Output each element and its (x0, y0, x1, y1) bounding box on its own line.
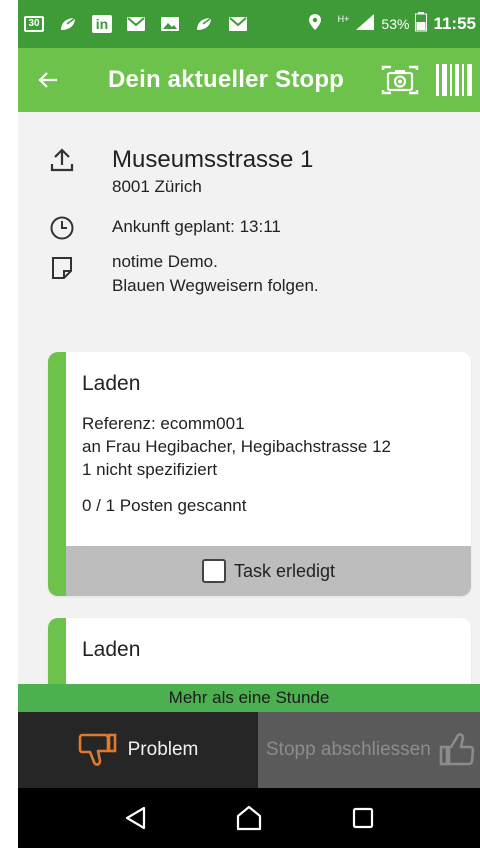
system-icons: H+ 53% 11:55 (308, 11, 480, 37)
task-done-label: Task erledigt (233, 560, 336, 581)
task-quantity: 1 nicht spezifiziert (82, 460, 218, 479)
linkedin-icon: in (92, 15, 112, 33)
nav-home-button[interactable] (229, 798, 269, 838)
nav-back-button[interactable] (115, 798, 155, 838)
home-icon (236, 805, 262, 831)
camera-icon (381, 65, 419, 95)
barcode-icon (436, 64, 472, 96)
task-scan-count: 0 / 1 Posten gescannt (82, 496, 247, 515)
status-bar: 30 in H+ 53% 11:55 (18, 0, 480, 48)
stop-city: 8001 Zürich (112, 177, 202, 196)
stop-street: Museumsstrasse 1 (112, 146, 314, 173)
address-row: Museumsstrasse 1 8001 Zürich (48, 146, 313, 200)
triangle-back-icon (125, 806, 146, 830)
note-line-2: Blauen Wegweisern folgen. (112, 276, 319, 295)
note-line-1: notime Demo. (112, 252, 218, 271)
notification-icons: 30 in (18, 15, 248, 33)
camera-button[interactable] (378, 58, 422, 102)
task-recipient: an Frau Hegibacher, Hegibachstrasse 12 (82, 437, 392, 456)
square-recents-icon (352, 807, 374, 829)
leaf-app-icon-2 (194, 15, 214, 33)
thumbs-up-icon (439, 733, 475, 766)
close-stop-label: Stopp abschliessen (266, 739, 431, 760)
system-nav-bar (18, 788, 480, 848)
app-screen: 30 in H+ 53% 11:55 Dein aktueller Stopp … (18, 0, 480, 848)
problem-button[interactable]: Problem (18, 712, 258, 788)
mail-icon (126, 15, 146, 33)
clock: 11:55 (433, 14, 476, 33)
barcode-scan-button[interactable] (436, 58, 480, 102)
network-type: H+ (337, 14, 350, 24)
problem-label: Problem (127, 739, 199, 760)
nav-recents-button[interactable] (343, 798, 383, 838)
note-icon (48, 254, 76, 282)
calendar-icon: 30 (24, 16, 44, 32)
arrival-time: Ankunft geplant: 13:11 (112, 217, 281, 236)
arrow-left-icon (38, 72, 57, 88)
page-title: Dein aktueller Stopp (108, 66, 345, 93)
task-title: Laden (82, 638, 141, 661)
leaf-app-icon (58, 15, 78, 33)
signal-icon (355, 13, 375, 36)
mail-icon-2 (228, 15, 248, 33)
app-bar: Dein aktueller Stopp (18, 48, 480, 112)
location-icon (308, 13, 322, 36)
battery-percent: 53% (381, 16, 410, 32)
battery-icon (415, 11, 428, 37)
image-icon (160, 15, 180, 33)
back-button[interactable] (20, 48, 76, 112)
thumbs-down-icon (78, 733, 116, 766)
clock-icon (48, 214, 76, 242)
bottom-actions: Problem Stopp abschliessen (18, 712, 480, 788)
task-title: Laden (82, 372, 141, 395)
task-reference: Referenz: ecomm001 (82, 414, 245, 433)
task-done-checkbox[interactable] (201, 559, 226, 583)
arrival-row: Ankunft geplant: 13:11 (48, 214, 281, 242)
note-row: notime Demo. Blauen Wegweisern folgen. (48, 250, 319, 298)
task-status-bar (48, 352, 66, 596)
close-stop-button[interactable]: Stopp abschliessen (258, 712, 480, 788)
task-done-toggle[interactable]: Task erledigt (66, 546, 471, 596)
upload-icon (48, 146, 76, 174)
task-card[interactable]: Laden Referenz: ecomm001 an Frau Hegibac… (48, 352, 471, 596)
time-remaining-banner: Mehr als eine Stunde (18, 684, 480, 712)
